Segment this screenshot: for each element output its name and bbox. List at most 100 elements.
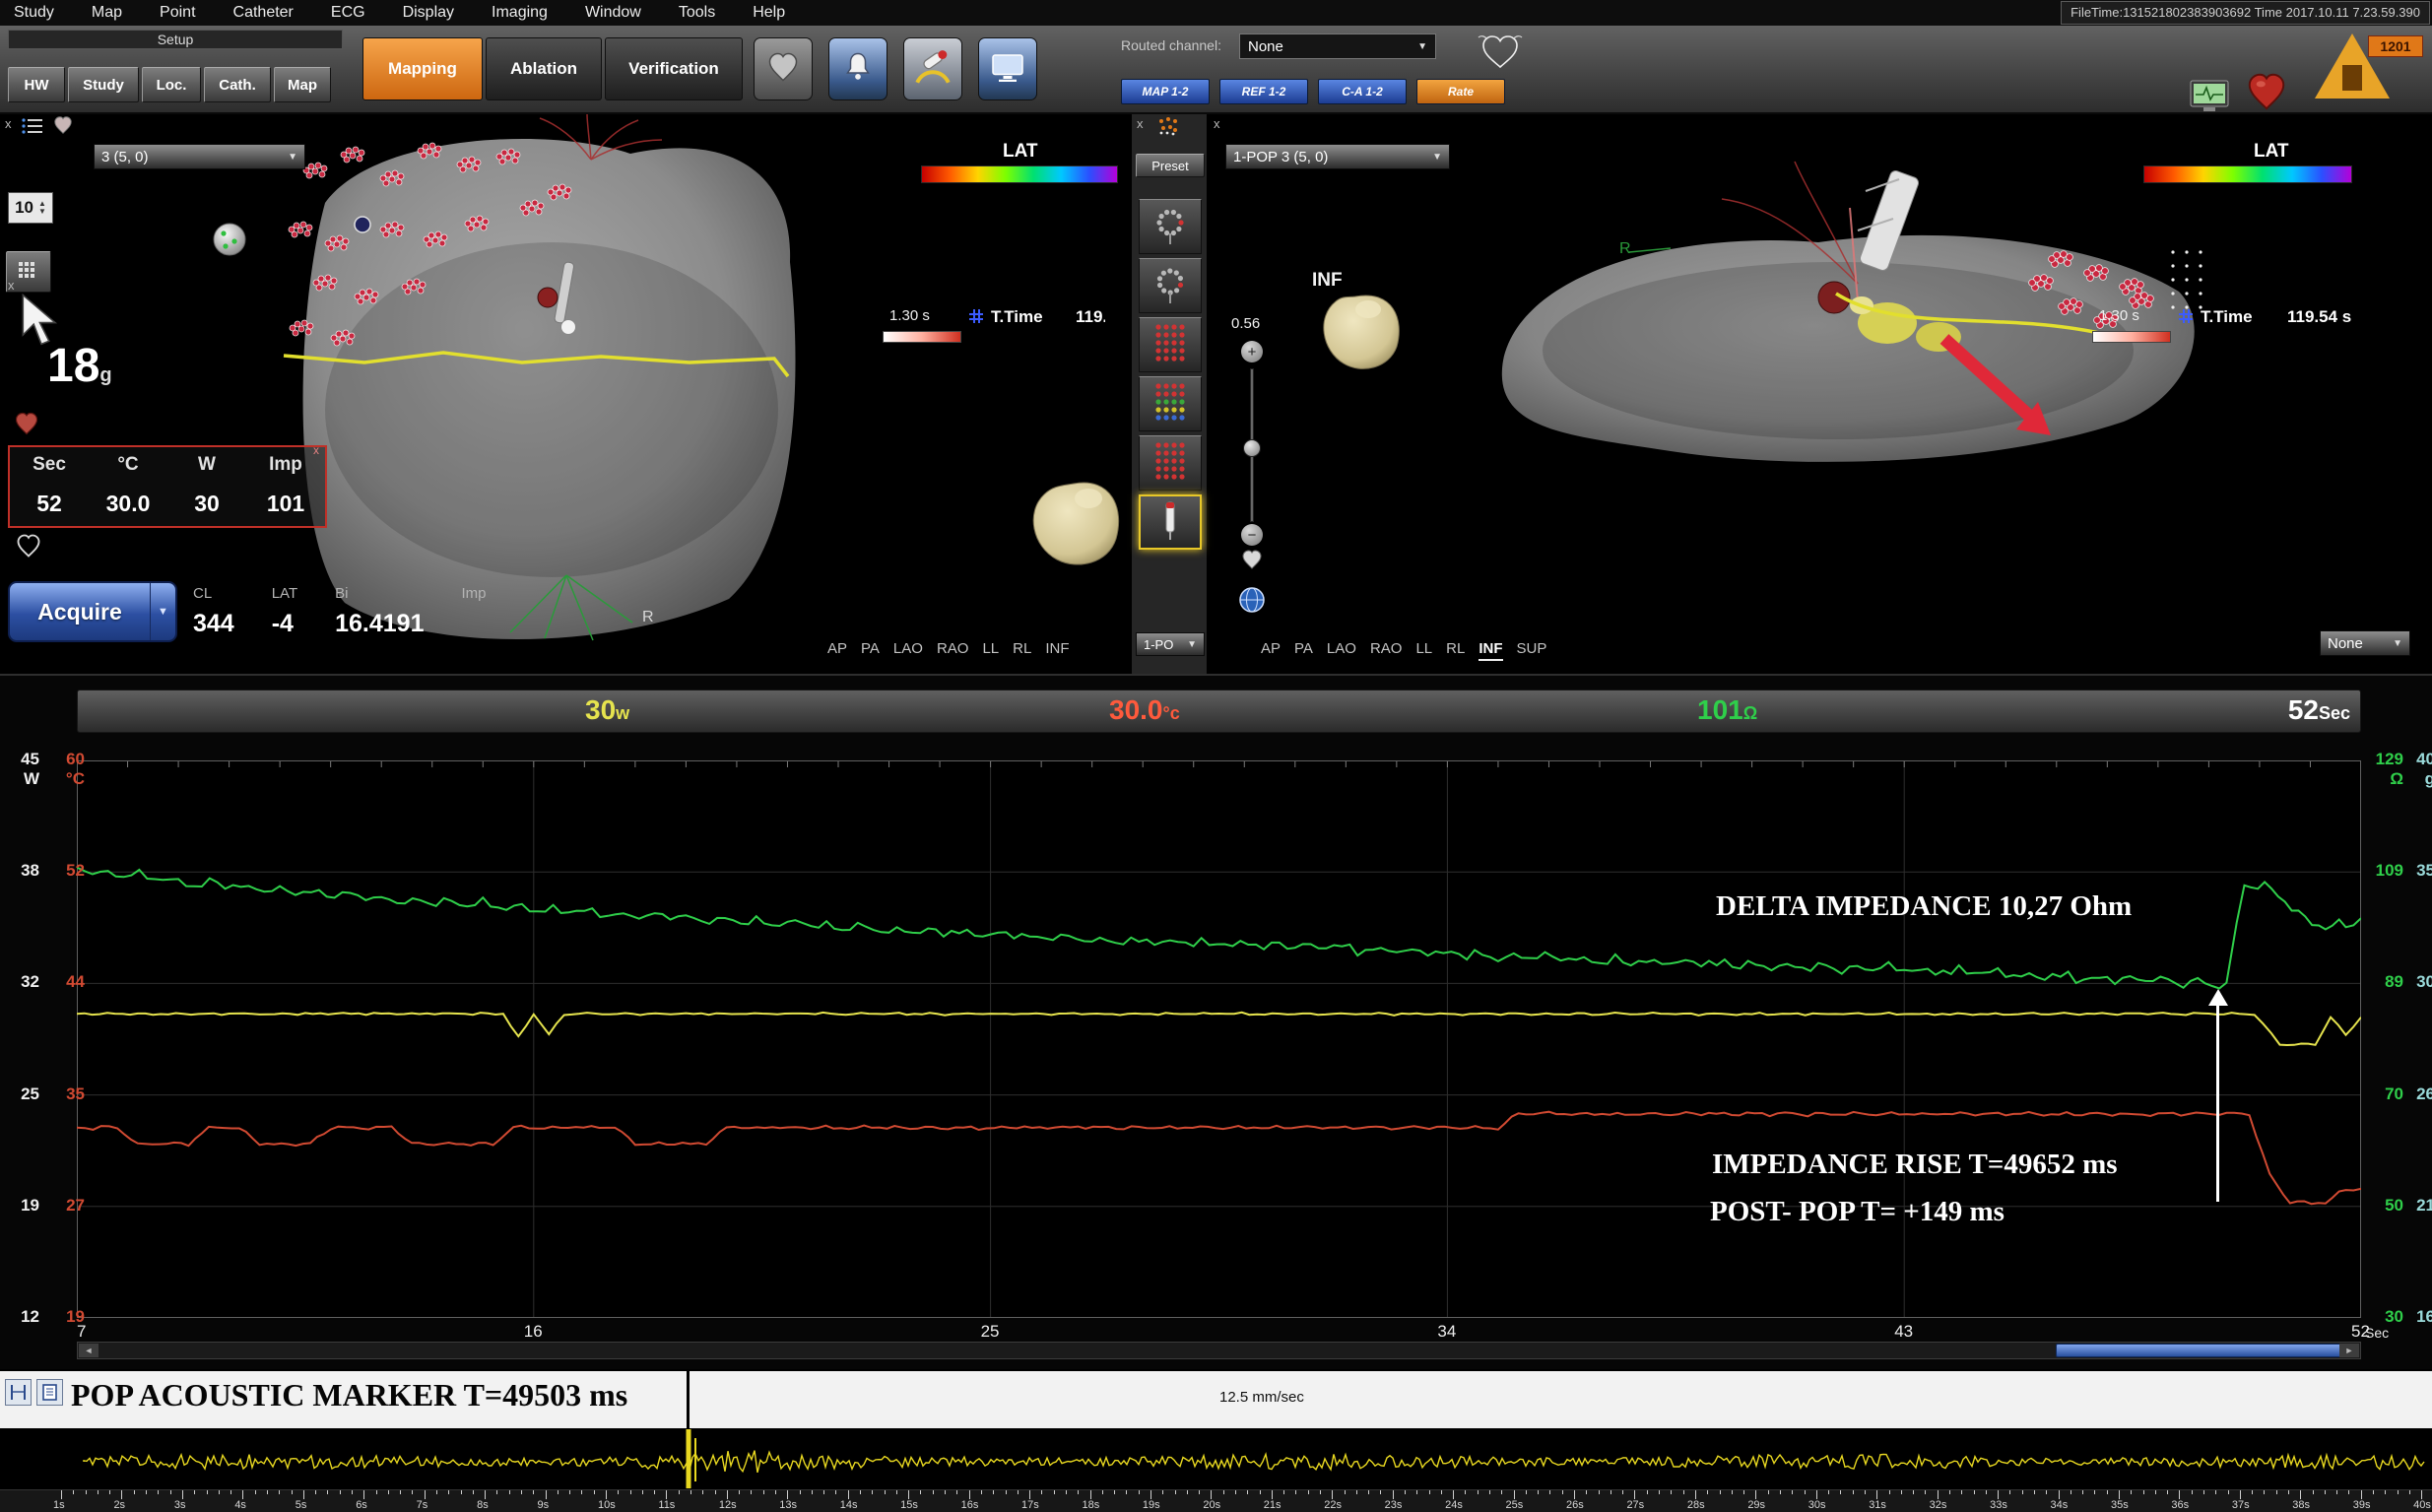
menu-item-catheter[interactable]: Catheter (233, 4, 294, 22)
menu-item-tools[interactable]: Tools (679, 4, 715, 22)
preset-button-lasso-catheter-icon[interactable] (1139, 199, 1202, 254)
view-button-sup[interactable]: SUP (1517, 640, 1547, 661)
acoustic-marker-cursor[interactable] (687, 1371, 690, 1428)
heart-sphere-icon[interactable] (1239, 548, 1265, 576)
routed-channel-dropdown[interactable]: None ▼ (1239, 33, 1436, 59)
menu-item-help[interactable]: Help (753, 4, 785, 22)
ruler-tick (1187, 1490, 1188, 1494)
heart-small-icon[interactable] (51, 114, 75, 141)
spinner-arrows-icon[interactable]: ▲▼ (38, 200, 46, 216)
view-button-ll[interactable]: LL (1415, 640, 1432, 661)
screen-share-icon-button[interactable] (978, 37, 1037, 100)
corner-selector-dropdown[interactable]: None ▼ (2320, 630, 2410, 656)
chevron-down-icon[interactable]: ▼ (150, 583, 175, 640)
x-tick-label: 7 (77, 1322, 86, 1342)
view-button-rao[interactable]: RAO (1370, 640, 1403, 661)
view-button-ap[interactable]: AP (827, 640, 847, 659)
ttime-value: 119.54 s (2287, 307, 2376, 327)
menu-item-window[interactable]: Window (585, 4, 641, 22)
scroll-right-icon[interactable]: ► (2339, 1344, 2359, 1357)
mode-tab-mapping[interactable]: Mapping (362, 37, 483, 100)
channel-button-rate[interactable]: Rate (1416, 79, 1505, 104)
zoom-in-button[interactable]: + (1241, 341, 1263, 362)
channel-button-ref-1-2[interactable]: REF 1-2 (1219, 79, 1308, 104)
channel-button-map-1-2[interactable]: MAP 1-2 (1121, 79, 1210, 104)
view-button-pa[interactable]: PA (1294, 640, 1313, 661)
mode-tab-ablation[interactable]: Ablation (486, 37, 602, 100)
lat-color-bar[interactable] (921, 165, 1118, 183)
heart-monitor-icon-button[interactable] (754, 37, 813, 100)
menu-item-study[interactable]: Study (14, 4, 54, 22)
heart-tool-icon[interactable] (12, 410, 41, 442)
right-3d-map[interactable] (1208, 114, 2432, 674)
preset-panel: x Preset 1-PO ▼ (1131, 114, 1208, 674)
preset-map-dropdown[interactable]: 1-PO ▼ (1136, 632, 1205, 656)
view-button-lao[interactable]: LAO (893, 640, 923, 659)
view-button-rl[interactable]: RL (1446, 640, 1465, 661)
alarm-bell-icon-button[interactable] (828, 37, 887, 100)
heart-sketch-icon (1478, 32, 1523, 78)
time-ruler[interactable]: 1s2s3s4s5s6s7s8s9s10s11s12s13s14s15s16s1… (0, 1489, 2432, 1512)
setup-button-study[interactable]: Study (68, 67, 139, 102)
graph-scrollbar[interactable]: ◄ ► (77, 1342, 2361, 1359)
preset-header-button[interactable]: Preset (1136, 154, 1205, 177)
list-icon[interactable] (22, 117, 43, 140)
scrollbar-handle[interactable] (2056, 1344, 2347, 1357)
view-button-ap[interactable]: AP (1261, 640, 1281, 661)
preset-button-lasso-catheter-2-icon[interactable] (1139, 258, 1202, 313)
close-icon[interactable]: x (1214, 116, 1220, 131)
preset-button-grid-catheter-multi-icon[interactable] (1139, 376, 1202, 431)
ablation-plot[interactable] (77, 760, 2361, 1318)
heart-red-icon[interactable] (2244, 69, 2289, 119)
close-icon[interactable]: x (1137, 116, 1144, 131)
globe-icon[interactable] (1237, 585, 1267, 620)
map-selector-dropdown[interactable]: 1-POP 3 (5, 0) ▼ (1225, 144, 1450, 169)
view-button-inf[interactable]: INF (1045, 640, 1069, 659)
setup-button-map[interactable]: Map (274, 67, 331, 102)
param-header: Imp (269, 454, 302, 476)
page-icon-button[interactable] (36, 1379, 63, 1406)
view-button-pa[interactable]: PA (861, 640, 880, 659)
ruler-tick (1671, 1490, 1672, 1494)
menu-item-ecg[interactable]: ECG (331, 4, 365, 22)
acquire-button[interactable]: Acquire ▼ (8, 581, 177, 642)
menu-item-imaging[interactable]: Imaging (492, 4, 548, 22)
setup-button-cath[interactable]: Cath. (204, 67, 271, 102)
zoom-out-button[interactable]: − (1241, 524, 1263, 546)
close-icon[interactable]: x (5, 116, 12, 131)
ruler-tick (2409, 1490, 2410, 1494)
preset-button-grid-catheter-red-icon[interactable] (1139, 317, 1202, 372)
ruler-label: 21s (1264, 1499, 1282, 1511)
heart-outline-icon[interactable] (14, 532, 43, 564)
view-button-rl[interactable]: RL (1013, 640, 1031, 659)
channel-button-c-a-1-2[interactable]: C-A 1-2 (1318, 79, 1407, 104)
view-button-ll[interactable]: LL (982, 640, 999, 659)
catheter-connect-icon-button[interactable] (903, 37, 962, 100)
menu-item-display[interactable]: Display (403, 4, 454, 22)
monitor-icon[interactable] (2189, 79, 2230, 119)
alarm-bell-icon (840, 49, 876, 90)
preset-button-linear-catheter-icon[interactable] (1139, 494, 1202, 550)
ruler-tick (1126, 1490, 1127, 1494)
view-button-lao[interactable]: LAO (1327, 640, 1356, 661)
right-axis-row: 129 Ω40 g (2366, 750, 2432, 789)
menu-item-point[interactable]: Point (160, 4, 195, 22)
caliper-icon-button[interactable] (5, 1379, 32, 1406)
setup-button-hw[interactable]: HW (8, 67, 65, 102)
view-button-rao[interactable]: RAO (937, 640, 969, 659)
left-3d-viewport[interactable]: x 3 (5, 0) ▼ LAT 10 ▲▼ x (0, 114, 1131, 674)
mode-tab-verification[interactable]: Verification (605, 37, 743, 100)
close-icon[interactable]: x (313, 443, 319, 457)
lat-color-bar[interactable] (2143, 165, 2352, 183)
close-icon[interactable]: x (8, 278, 15, 293)
ttime-grid-icon (2179, 309, 2193, 323)
preset-button-grid-catheter-red-2-icon[interactable] (1139, 435, 1202, 491)
setup-button-loc[interactable]: Loc. (142, 67, 201, 102)
right-3d-viewport[interactable]: x 1-POP 3 (5, 0) ▼ LAT 0.56 + − INF APPA… (1208, 114, 2432, 674)
scroll-left-icon[interactable]: ◄ (79, 1344, 99, 1357)
menu-item-map[interactable]: Map (92, 4, 122, 22)
map-selector-dropdown[interactable]: 3 (5, 0) ▼ (94, 144, 305, 169)
zoom-slider-handle[interactable] (1243, 439, 1261, 457)
view-button-inf[interactable]: INF (1479, 640, 1502, 661)
fill-threshold-spinner[interactable]: 10 ▲▼ (8, 192, 53, 224)
